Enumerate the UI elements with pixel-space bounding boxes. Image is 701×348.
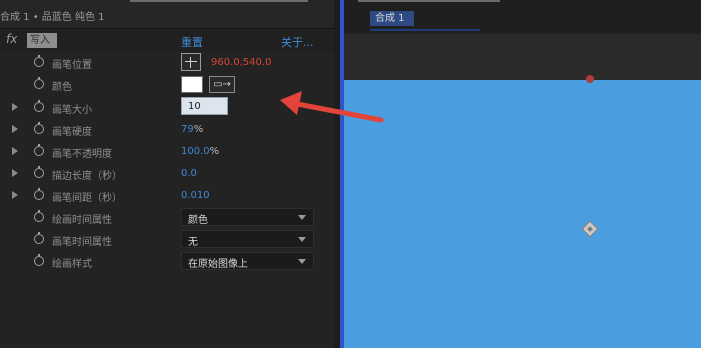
- annotation-arrow: [280, 91, 384, 123]
- arrow-head: [280, 91, 302, 115]
- arrow-shaft: [289, 100, 384, 123]
